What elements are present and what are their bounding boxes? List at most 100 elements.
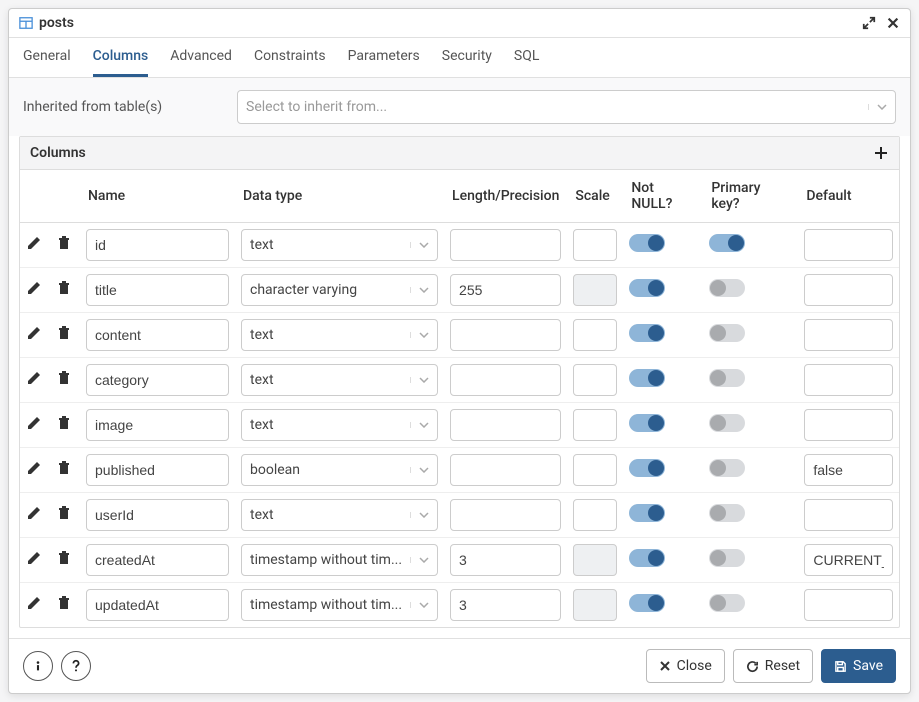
length-input[interactable] <box>450 229 561 261</box>
length-input[interactable] <box>450 454 561 486</box>
pk-toggle[interactable] <box>709 369 745 387</box>
tab-general[interactable]: General <box>23 48 71 77</box>
default-input[interactable] <box>804 544 893 576</box>
pk-toggle[interactable] <box>709 279 745 297</box>
edit-icon[interactable] <box>26 235 44 253</box>
edit-icon[interactable] <box>26 460 44 478</box>
close-icon[interactable] <box>886 16 900 30</box>
column-name-input[interactable] <box>86 589 229 621</box>
table-row: timestamp without tim... <box>20 538 899 583</box>
datatype-select[interactable]: text <box>241 409 438 441</box>
delete-icon[interactable] <box>56 235 74 253</box>
length-input[interactable] <box>450 319 561 351</box>
length-input[interactable] <box>450 274 561 306</box>
pk-toggle[interactable] <box>709 504 745 522</box>
length-input[interactable] <box>450 364 561 396</box>
delete-icon[interactable] <box>56 550 74 568</box>
notnull-toggle[interactable] <box>629 369 665 387</box>
reset-button[interactable]: Reset <box>733 649 813 683</box>
chevron-down-icon <box>410 557 437 563</box>
datatype-select[interactable]: timestamp without tim... <box>241 589 438 621</box>
pk-toggle[interactable] <box>709 324 745 342</box>
scale-input[interactable] <box>573 409 617 441</box>
delete-icon[interactable] <box>56 280 74 298</box>
edit-icon[interactable] <box>26 505 44 523</box>
default-input[interactable] <box>804 274 893 306</box>
delete-icon[interactable] <box>56 415 74 433</box>
datatype-select[interactable]: text <box>241 364 438 396</box>
pk-toggle[interactable] <box>709 549 745 567</box>
save-button[interactable]: Save <box>821 649 896 683</box>
tab-security[interactable]: Security <box>442 48 492 77</box>
scale-input[interactable] <box>573 454 617 486</box>
notnull-toggle[interactable] <box>629 594 665 612</box>
column-name-input[interactable] <box>86 364 229 396</box>
edit-icon[interactable] <box>26 595 44 613</box>
notnull-toggle[interactable] <box>629 504 665 522</box>
length-input[interactable] <box>450 589 561 621</box>
datatype-select[interactable]: character varying <box>241 274 438 306</box>
notnull-toggle[interactable] <box>629 324 665 342</box>
tab-parameters[interactable]: Parameters <box>348 48 420 77</box>
datatype-select[interactable]: boolean <box>241 454 438 486</box>
edit-icon[interactable] <box>26 280 44 298</box>
datatype-select[interactable]: timestamp without tim... <box>241 544 438 576</box>
notnull-toggle[interactable] <box>629 459 665 477</box>
notnull-toggle[interactable] <box>629 279 665 297</box>
datatype-select[interactable]: text <box>241 229 438 261</box>
default-input[interactable] <box>804 499 893 531</box>
pk-toggle[interactable] <box>709 414 745 432</box>
default-input[interactable] <box>804 364 893 396</box>
delete-icon[interactable] <box>56 370 74 388</box>
default-input[interactable] <box>804 409 893 441</box>
default-input[interactable] <box>804 589 893 621</box>
column-name-input[interactable] <box>86 409 229 441</box>
info-button[interactable] <box>23 651 53 681</box>
edit-icon[interactable] <box>26 550 44 568</box>
tab-advanced[interactable]: Advanced <box>170 48 232 77</box>
column-name-input[interactable] <box>86 499 229 531</box>
column-name-input[interactable] <box>86 229 229 261</box>
pk-toggle[interactable] <box>709 234 745 252</box>
datatype-select[interactable]: text <box>241 319 438 351</box>
default-input[interactable] <box>804 229 893 261</box>
tab-constraints[interactable]: Constraints <box>254 48 326 77</box>
help-button[interactable] <box>61 651 91 681</box>
table-row: text <box>20 223 899 268</box>
tab-sql[interactable]: SQL <box>514 48 539 77</box>
pk-toggle[interactable] <box>709 459 745 477</box>
delete-icon[interactable] <box>56 595 74 613</box>
column-name-input[interactable] <box>86 544 229 576</box>
notnull-toggle[interactable] <box>629 234 665 252</box>
column-name-input[interactable] <box>86 319 229 351</box>
col-header-default: Default <box>798 170 899 223</box>
notnull-toggle[interactable] <box>629 414 665 432</box>
maximize-icon[interactable] <box>862 16 876 30</box>
add-column-button[interactable] <box>873 145 889 161</box>
datatype-value: text <box>242 417 410 433</box>
length-input[interactable] <box>450 409 561 441</box>
delete-icon[interactable] <box>56 505 74 523</box>
inherit-select[interactable]: Select to inherit from... <box>237 90 896 124</box>
scale-input[interactable] <box>573 229 617 261</box>
edit-icon[interactable] <box>26 325 44 343</box>
default-input[interactable] <box>804 319 893 351</box>
length-input[interactable] <box>450 499 561 531</box>
pk-toggle[interactable] <box>709 594 745 612</box>
col-header-length: Length/Precision <box>444 170 567 223</box>
default-input[interactable] <box>804 454 893 486</box>
datatype-select[interactable]: text <box>241 499 438 531</box>
delete-icon[interactable] <box>56 460 74 478</box>
close-button[interactable]: Close <box>646 649 725 683</box>
edit-icon[interactable] <box>26 415 44 433</box>
delete-icon[interactable] <box>56 325 74 343</box>
column-name-input[interactable] <box>86 454 229 486</box>
length-input[interactable] <box>450 544 561 576</box>
notnull-toggle[interactable] <box>629 549 665 567</box>
scale-input[interactable] <box>573 319 617 351</box>
scale-input[interactable] <box>573 364 617 396</box>
tab-columns[interactable]: Columns <box>93 48 149 77</box>
edit-icon[interactable] <box>26 370 44 388</box>
scale-input[interactable] <box>573 499 617 531</box>
column-name-input[interactable] <box>86 274 229 306</box>
